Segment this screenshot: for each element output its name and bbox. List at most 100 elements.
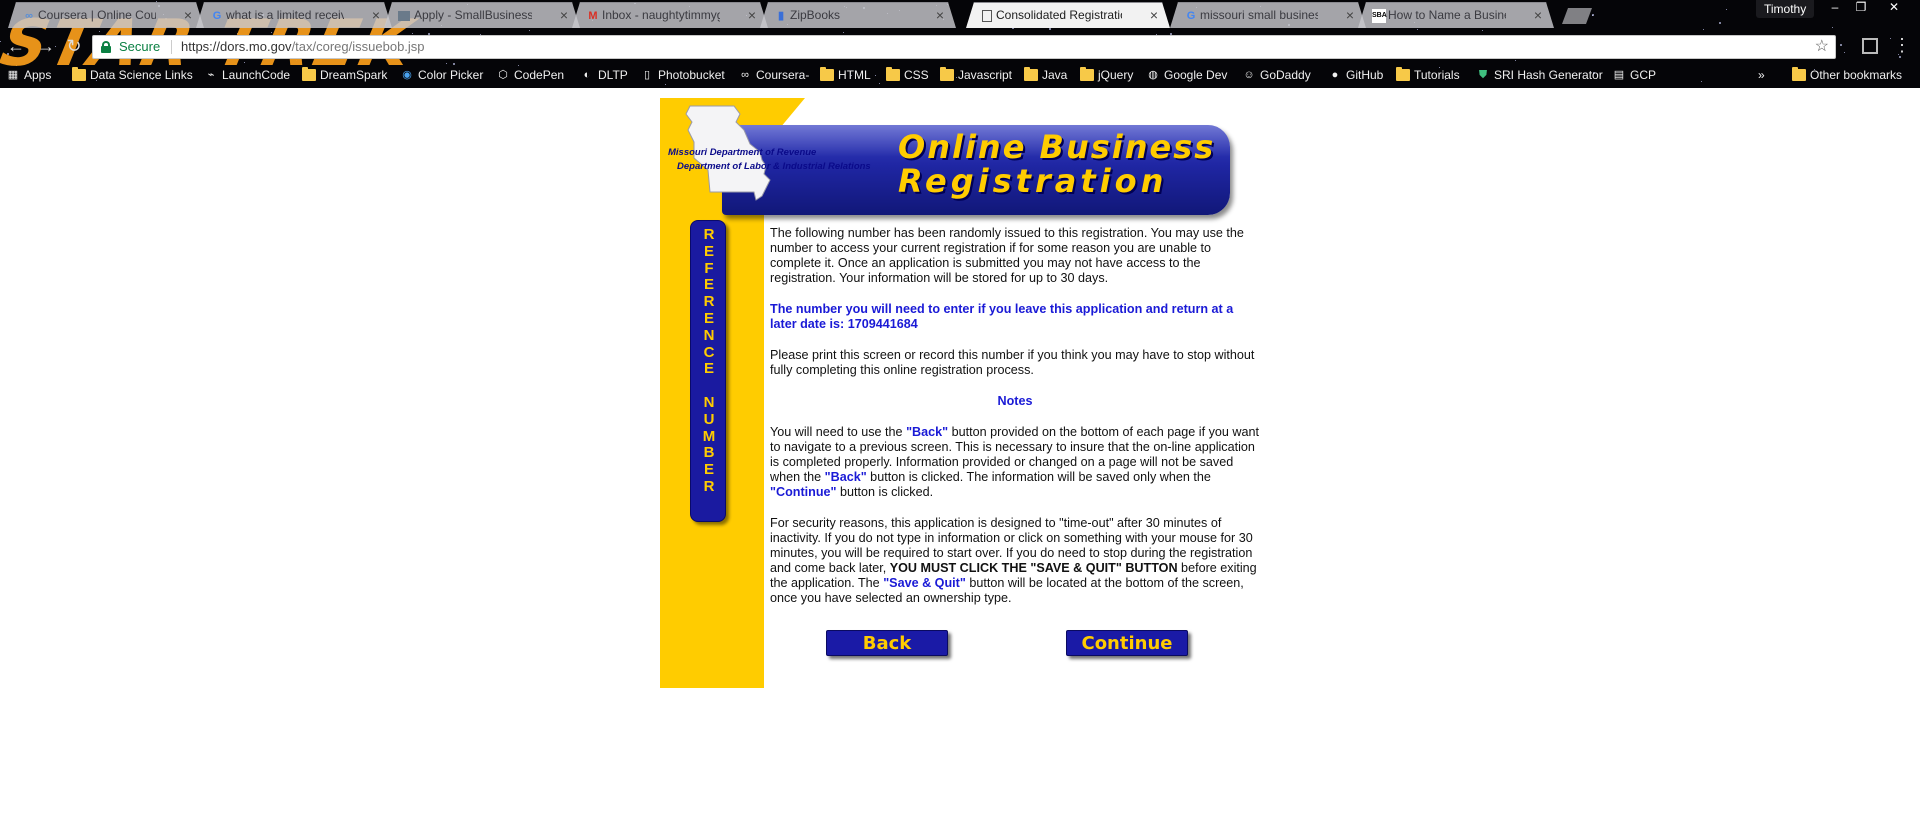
menu-icon[interactable]: ⋮ [1892,35,1912,57]
folder-icon [1024,67,1038,81]
close-icon[interactable]: × [560,3,568,28]
url-path: /tax/coreg/issuebob.jsp [291,39,425,54]
restore-button[interactable]: ❐ [1848,0,1874,16]
reference-letter: R [703,293,715,311]
bookmark-apps[interactable]: ▦ Apps [6,64,52,86]
window-close-button[interactable]: ✕ [1874,0,1914,16]
tab-gmail[interactable]: M Inbox - naughtytimmyg × [572,2,768,28]
reference-number-paragraph: The number you will need to enter if you… [770,302,1260,332]
tab-label: Consolidated Registratio [996,8,1122,22]
reference-letter: R [703,477,715,495]
bookmark-github[interactable]: ● GitHub [1328,64,1384,86]
address-bar[interactable]: Secure https://dors.mo.gov/tax/coreg/iss… [92,35,1836,59]
notes-back-paragraph: You will need to use the "Back" button p… [770,425,1260,500]
star-dot [1515,60,1516,61]
page-title-line-1: Online Business [898,128,1216,166]
bookmark-launchcode[interactable]: ⌁ LaunchCode [204,64,290,86]
bookmarks-overflow-button[interactable]: » [1758,64,1765,86]
bookmark-data-science-links[interactable]: Data Science Links [72,64,193,86]
bookmark-tutorials[interactable]: Tutorials [1396,64,1460,86]
apps-grid-icon: ▦ [7,69,19,81]
star-dot [529,30,530,31]
url-host: https://dors.mo.gov [181,39,292,54]
new-tab-button[interactable] [1562,8,1592,24]
document-icon [982,10,992,22]
reference-letter: E [703,276,714,294]
bookmark-label: DreamSpark [320,68,388,82]
reference-prefix: The number you will need to enter if you… [770,302,1234,331]
folder-icon [886,67,900,81]
tab-google-search[interactable]: G what is a limited receive × [196,2,392,28]
tab-strip: ∞ Coursera | Online Cours × G what is a … [0,0,1920,28]
tab-label: Inbox - naughtytimmyg [602,8,720,22]
bookmark-label: GoDaddy [1260,68,1311,82]
reference-letter: N [703,393,715,411]
page-title-line-2: Registration [898,162,1168,200]
close-icon[interactable]: × [748,3,756,28]
bookmark-star-icon[interactable]: ☆ [1815,36,1829,58]
close-icon[interactable]: × [372,3,380,28]
bookmark-html[interactable]: HTML [820,64,871,86]
github-icon: ● [1331,69,1339,81]
bookmark-javascript[interactable]: Javascript [940,64,1012,86]
agency-line-1: Missouri Department of Revenue [668,147,817,158]
bookmark-css[interactable]: CSS [886,64,929,86]
tab-consolidated-registration[interactable]: Consolidated Registratio × [966,2,1170,28]
godaddy-icon: ☺ [1243,69,1255,81]
tab-smallbusiness[interactable]: Apply - SmallBusinessBa × [384,2,580,28]
google-icon: G [212,10,222,22]
bookmark-photobucket[interactable]: ▯ Photobucket [640,64,725,86]
bookmark-jquery[interactable]: jQuery [1080,64,1133,86]
bookmark-dltp[interactable]: ◐ DLTP [580,64,628,86]
reference-letter: C [703,343,715,361]
folder-icon [1080,67,1094,81]
close-icon[interactable]: × [184,3,192,28]
close-icon[interactable]: × [1534,3,1542,28]
navigation-buttons: Back Continue [826,630,1226,660]
other-bookmarks[interactable]: Other bookmarks [1792,64,1902,86]
reference-letter: B [703,444,715,462]
profile-button[interactable]: Timothy [1756,0,1815,18]
bookmark-label: Google Dev [1164,68,1228,82]
bookmark-java[interactable]: Java [1024,64,1067,86]
reload-icon[interactable]: ↻ [62,35,86,57]
gmail-icon: M [588,10,598,22]
star-dot [1703,29,1704,30]
notes-text: You will need to use the [770,425,907,439]
bookmark-label: Data Science Links [90,68,193,82]
star-dot [1049,28,1051,30]
star-dot [1417,29,1418,30]
back-keyword: "Back" [824,470,867,484]
bookmark-color-picker[interactable]: ◉ Color Picker [400,64,483,86]
reference-letter: F [704,259,714,277]
bookmark-dreamspark[interactable]: DreamSpark [302,64,387,86]
forward-arrow-icon[interactable]: → [34,35,58,57]
bookmark-godaddy[interactable]: ☺ GoDaddy [1242,64,1311,86]
back-arrow-icon[interactable]: ← [4,35,28,57]
tab-coursera[interactable]: ∞ Coursera | Online Cours × [8,2,204,28]
tab-zipbooks[interactable]: ▮ ZipBooks × [760,2,956,28]
bookmark-label: LaunchCode [222,68,291,82]
back-button[interactable]: Back [826,630,948,656]
divider [171,40,172,54]
registration-page: Missouri Department of Revenue Departmen… [660,98,1260,688]
extension-icon[interactable] [1862,38,1878,54]
tab-missouri-search[interactable]: G missouri small business × [1170,2,1366,28]
bookmark-label: Apps [24,68,52,82]
bookmark-sri-hash[interactable]: ⛊ SRI Hash Generator [1476,64,1603,86]
tab-label: Coursera | Online Cours [38,8,156,22]
browser-toolbar: ← → ↻ Secure https://dors.mo.gov/tax/cor… [0,34,1920,59]
close-icon[interactable]: × [1346,3,1354,28]
url-text[interactable]: https://dors.mo.gov/tax/coreg/issuebob.j… [181,36,425,58]
reference-letter: E [703,242,714,260]
close-icon[interactable]: × [936,3,944,28]
tab-label: what is a limited receive [226,8,344,22]
continue-button[interactable]: Continue [1066,630,1188,656]
bookmark-gcp[interactable]: ▤ GCP [1612,64,1656,86]
bookmark-coursera[interactable]: ∞ Coursera- [738,64,809,86]
minimize-button[interactable]: – [1822,0,1848,16]
bookmark-google-dev[interactable]: ◍ Google Dev [1146,64,1227,86]
bookmark-codepen[interactable]: ⬡ CodePen [496,64,564,86]
tab-name-business[interactable]: SBA How to Name a Business × [1358,2,1554,28]
close-icon[interactable]: × [1150,3,1158,28]
